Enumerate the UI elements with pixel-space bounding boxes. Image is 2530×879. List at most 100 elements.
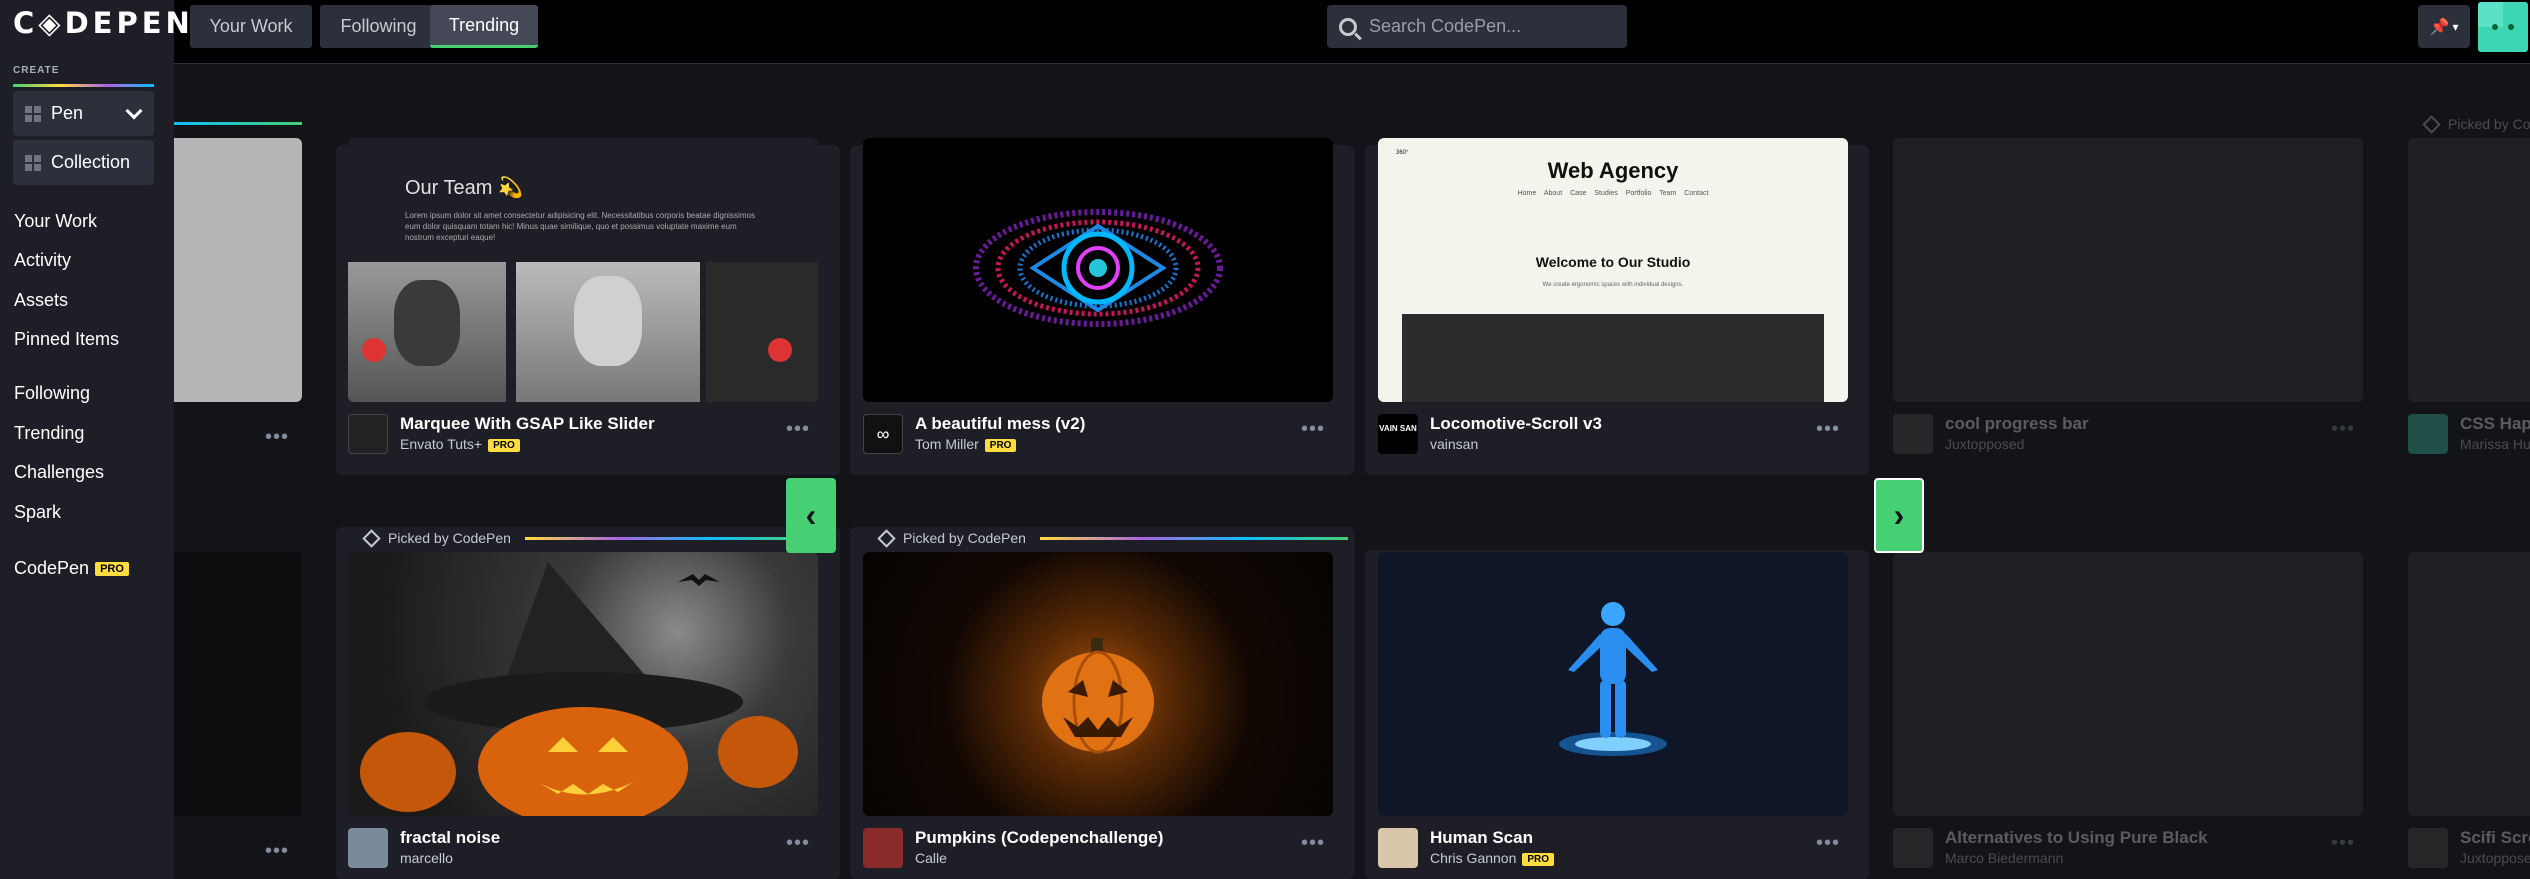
pen-title[interactable]: cool progress bar [1945,414,2089,434]
more-options-icon[interactable]: ••• [2331,418,2355,441]
pro-badge: PRO [1522,852,1555,866]
thumb-subheading: Welcome to Our Studio [1535,254,1691,270]
codepen-label: CodePen [14,558,90,578]
more-options-icon[interactable]: ••• [1816,418,1840,441]
codepen-logo[interactable]: C◈DEPEN [13,6,194,40]
carousel-next-button[interactable]: › [1874,478,1924,553]
card-thumbnail[interactable] [863,552,1333,816]
pen-title[interactable]: CSS Happ [2460,414,2530,434]
more-options-icon[interactable]: ••• [786,418,810,441]
chevron-down-icon[interactable] [125,102,143,120]
hologram-human-art [1559,602,1667,756]
pen-author[interactable]: vainsan [1430,436,1478,452]
pen-author[interactable]: Juxtopposed [2460,850,2530,866]
more-options-icon[interactable]: ••• [2331,832,2355,855]
user-avatar[interactable] [2478,2,2528,52]
thumb-dark-block [1402,314,1824,402]
create-gradient-line [13,84,154,87]
card-thumbnail[interactable] [863,138,1333,402]
pen-icon [25,105,41,122]
card-thumbnail[interactable]: Our Team 💫 Lorem ipsum dolor sit amet co… [348,138,818,402]
create-pen-label: Pen [51,103,84,123]
pen-title[interactable]: Locomotive-Scroll v3 [1430,414,1602,434]
pen-title[interactable]: fractal noise [400,828,500,848]
nav-trending[interactable]: Trending [14,423,84,444]
pen-author[interactable]: marcello [400,850,453,866]
author-avatar[interactable] [1378,828,1418,868]
card-thumbnail[interactable] [1893,138,2363,402]
picked-by-codepen-label: Picked by CodePen [362,528,805,548]
author-avatar[interactable] [2408,414,2448,454]
author-avatar[interactable] [1893,414,1933,454]
pinned-items-button[interactable]: 📌 ▾ [2418,5,2470,48]
codepen-icon [362,528,381,548]
more-options-icon[interactable]: ••• [1301,418,1325,441]
pen-author[interactable]: Juxtopposed [1945,436,2024,452]
nav-activity[interactable]: Activity [14,250,71,271]
card-thumbnail[interactable] [1893,552,2363,816]
card-thumbnail[interactable] [174,552,302,816]
carousel-prev-button[interactable]: ‹ [786,478,836,553]
nav-pinned-items[interactable]: Pinned Items [14,329,119,350]
pen-author[interactable]: Calle [915,850,947,866]
pro-badge: PRO [95,562,129,577]
pen-title[interactable]: Alternatives to Using Pure Black [1945,828,2208,848]
card-thumbnail[interactable] [2408,552,2530,816]
pen-title[interactable]: Pumpkins (Codepenchallenge) [915,828,1163,848]
pen-author[interactable]: Marco Biedermann [1945,850,2063,866]
picked-gradient-line [524,536,805,540]
card-meta: VAIN SAN Locomotive-Scroll v3 vainsan ••… [1378,414,1848,454]
author-avatar[interactable]: VAIN SAN [1378,414,1418,454]
nav-following[interactable]: Following [14,383,90,404]
pen-title[interactable]: Human Scan [1430,828,1533,848]
more-options-icon[interactable]: ••• [786,832,810,855]
nav-codepen-pro[interactable]: CodePen PRO [14,558,129,579]
jack-o-lantern-art [1042,638,1154,754]
nav-your-work[interactable]: Your Work [14,211,97,232]
codepen-icon [877,528,896,548]
pen-title[interactable]: Marquee With GSAP Like Slider [400,414,655,434]
tab-following[interactable]: Following [320,5,437,48]
author-avatar[interactable] [863,828,903,868]
pen-author[interactable]: Marissa Hu [2460,436,2530,452]
top-header: Your Work Following Trending Search Code… [174,0,2530,64]
create-pen-button[interactable]: Pen [13,91,154,136]
pro-badge: PRO [488,438,520,452]
card-thumbnail[interactable] [174,138,302,402]
tab-your-work[interactable]: Your Work [190,5,312,48]
search-placeholder: Search CodePen... [1369,16,1522,36]
nav-challenges[interactable]: Challenges [14,462,104,483]
pen-author[interactable]: Envato Tuts+ PRO [400,436,520,452]
author-avatar[interactable] [348,828,388,868]
infinity-icon[interactable]: ∞ [863,414,903,454]
card-thumbnail[interactable] [348,552,818,816]
thumb-heading: Web Agency [1547,158,1679,183]
nav-assets[interactable]: Assets [14,290,68,311]
picked-by-codepen-label: Picked by CodePen [877,528,1348,548]
pen-title[interactable]: A beautiful mess (v2) [915,414,1085,434]
create-collection-button[interactable]: Collection [13,140,154,185]
spiral-eye-art [973,209,1223,327]
card-meta: ∞ A beautiful mess (v2) Tom Miller PRO ••… [863,414,1333,454]
card-thumbnail[interactable] [1378,552,1848,816]
thumb-paragraph: Lorem ipsum dolor sit amet consectetur a… [405,211,755,242]
author-avatar[interactable] [2408,828,2448,868]
card-thumbnail[interactable]: 360° Web Agency Home About Case Studies … [1378,138,1848,402]
pen-author[interactable]: Chris Gannon PRO [1430,850,1555,866]
search-input[interactable]: Search CodePen... [1327,5,1627,48]
author-avatar[interactable] [1893,828,1933,868]
more-options-icon[interactable]: ••• [1816,832,1840,855]
nav-spark[interactable]: Spark [14,502,61,523]
card-meta: Scifi Scro Juxtopposed [2408,828,2530,868]
tab-trending[interactable]: Trending [430,5,538,48]
card-meta: Alternatives to Using Pure Black Marco B… [1893,828,2363,868]
collection-icon [25,154,41,171]
card-meta: cool progress bar Juxtopposed ••• [1893,414,2363,454]
more-options-icon[interactable]: ••• [1301,832,1325,855]
pen-author[interactable]: Tom Miller PRO [915,436,1017,452]
pen-title[interactable]: Scifi Scro [2460,828,2530,848]
card-thumbnail[interactable] [2408,138,2530,402]
card-meta: Human Scan Chris Gannon PRO ••• [1378,828,1848,868]
picked-by-codepen-label: Picked by Co [2422,114,2530,134]
author-avatar[interactable] [348,414,388,454]
